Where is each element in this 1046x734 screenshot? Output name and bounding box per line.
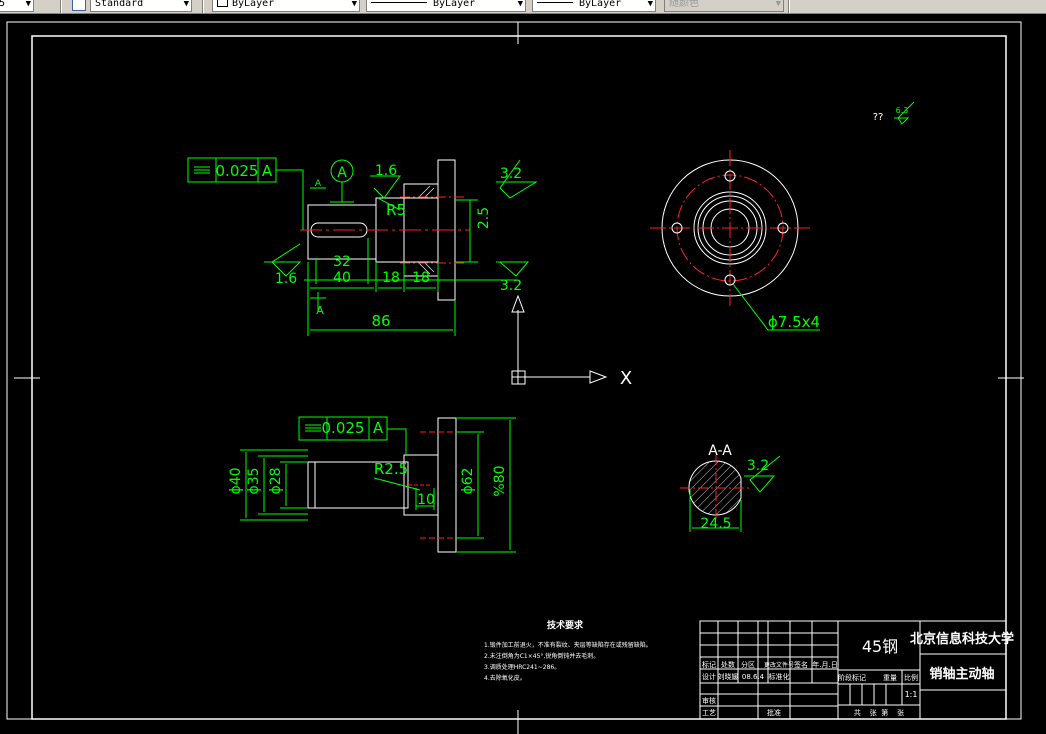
header-cell: 标记 bbox=[702, 660, 716, 669]
hole-callout: ϕ7.5x4 bbox=[768, 313, 820, 331]
section-roughness: 3.2 bbox=[747, 458, 769, 474]
chevron-down-icon: ▼ bbox=[25, 0, 31, 9]
header-cell: 处数 bbox=[721, 660, 735, 669]
dim-d28: ϕ28 bbox=[268, 467, 284, 494]
header-cell: 签名 bbox=[794, 660, 808, 669]
side-note: ?? bbox=[873, 112, 884, 123]
dim-40: 40 bbox=[333, 270, 351, 286]
toolbar-separator bbox=[202, 0, 204, 13]
roughness-right-bottom: 3.2 bbox=[500, 278, 522, 294]
chevron-down-icon: ▼ bbox=[517, 0, 523, 9]
tech-req-item: 1.锻件加工前退火，不准有裂纹、夹层等缺陷存在或残留缺陷。 bbox=[484, 641, 652, 649]
dim-18-a: 18 bbox=[382, 270, 400, 286]
dim-d62: ϕ62 bbox=[460, 467, 476, 494]
section-view: A-A 3.2 24.5 bbox=[680, 443, 781, 532]
weight-label: 重量 bbox=[883, 674, 897, 682]
school-name: 北京信息科技大学 bbox=[910, 631, 1014, 647]
sheet-count: 共 张 第 张 bbox=[854, 708, 904, 717]
roughness-left: 1.6 bbox=[275, 271, 297, 287]
header-cell: 更改文件号 bbox=[764, 661, 794, 669]
text-style-icon[interactable] bbox=[72, 0, 86, 11]
roughness-right-top: 3.2 bbox=[500, 166, 522, 182]
toolbar-separator bbox=[788, 0, 790, 13]
chevron-down-icon: ▼ bbox=[351, 0, 357, 9]
process-label: 工艺 bbox=[702, 709, 716, 717]
drawing-canvas[interactable]: X 0.025 A A A A 1.6 3.2 3.2 1.6 R5 2.5 3… bbox=[0, 14, 1046, 734]
dim-r2.5: R2.5 bbox=[374, 460, 408, 478]
title-block: 45钢 北京信息科技大学 销轴主动轴 1:1 标记 处数 分区 更改文件号 签名… bbox=[699, 620, 1014, 720]
ucs-icon bbox=[511, 294, 608, 385]
material: 45钢 bbox=[862, 637, 898, 656]
roughness-top: 1.6 bbox=[375, 163, 397, 179]
sheet-frame bbox=[6, 21, 1024, 734]
side-roughness: 6.3 bbox=[896, 106, 909, 115]
part-name: 销轴主动轴 bbox=[929, 666, 994, 682]
dim-d35: ϕ35 bbox=[246, 467, 262, 494]
chevron-down-icon: ▼ bbox=[647, 0, 653, 9]
tech-req-item: 4.去除氧化皮。 bbox=[484, 674, 526, 682]
scale-label: 比例 bbox=[904, 673, 918, 682]
side-view bbox=[650, 101, 915, 331]
technical-requirements: 技术要求 1.锻件加工前退火，不准有裂纹、夹层等缺陷存在或残留缺陷。 2.未注倒… bbox=[484, 619, 652, 682]
lineweight-combo[interactable]: ByLayer ▼ bbox=[532, 0, 656, 12]
lineweight-preview-icon bbox=[537, 2, 573, 3]
lineweight-value: ByLayer bbox=[579, 0, 622, 9]
header-cell: 分区 bbox=[741, 660, 755, 669]
tech-req-item: 3.调质处理HRC241~286。 bbox=[484, 663, 560, 671]
text-style-value: Standard bbox=[95, 0, 144, 9]
color-swatch-icon bbox=[217, 0, 228, 7]
scale-value: 1:1 bbox=[905, 690, 918, 699]
std-label: 标准化 bbox=[769, 672, 790, 681]
properties-toolbar: 5▼ Standard▼ ByLayer▼ ByLayer▼ ByLayer▼ … bbox=[0, 0, 1046, 14]
top-tolerance-value: 0.025 bbox=[322, 419, 365, 437]
toolbar-separator bbox=[60, 0, 62, 13]
top-tolerance-datum: A bbox=[373, 419, 384, 437]
dimstyle-combo[interactable]: 5▼ bbox=[0, 0, 34, 12]
dim-24.5: 24.5 bbox=[700, 516, 731, 532]
front-view: 0.025 A A A A 1.6 3.2 3.2 1.6 R5 2.5 32 … bbox=[187, 157, 538, 336]
chevron-down-icon: ▼ bbox=[775, 0, 781, 9]
tech-req-item: 2.未注倒角为C1×45°,锐角倒钝并去毛刺。 bbox=[484, 652, 599, 660]
plot-style-combo: 随颜色 ▼ bbox=[664, 0, 784, 12]
linetype-combo[interactable]: ByLayer ▼ bbox=[366, 0, 526, 12]
designer-label: 设计 bbox=[702, 672, 716, 681]
tolerance-value: 0.025 bbox=[216, 162, 259, 180]
approve-label: 批准 bbox=[767, 708, 781, 717]
stage-label: 阶段标记 bbox=[838, 673, 866, 682]
dim-r5: R5 bbox=[386, 201, 406, 219]
text-style-combo[interactable]: Standard ▼ bbox=[90, 0, 192, 12]
dim-d40: ϕ40 bbox=[228, 467, 244, 494]
ucs-x-label: X bbox=[620, 368, 632, 389]
section-mark-top: A bbox=[315, 179, 322, 189]
chevron-down-icon: ▼ bbox=[183, 0, 189, 9]
top-view: 0.025 A R2.5 10 ϕ40 ϕ35 ϕ28 ϕ62 %80 bbox=[228, 416, 516, 553]
plot-style-value: 随颜色 bbox=[669, 0, 699, 9]
header-cell: 年.月.日 bbox=[812, 660, 837, 669]
dim-32: 32 bbox=[333, 254, 351, 270]
datum-circle-label: A bbox=[337, 165, 347, 181]
tolerance-datum: A bbox=[262, 162, 273, 180]
dim-18-b: 18 bbox=[412, 270, 430, 286]
layer-value: ByLayer bbox=[232, 0, 275, 9]
linetype-preview-icon bbox=[371, 2, 427, 3]
tech-req-title: 技术要求 bbox=[547, 619, 584, 631]
dim-2.5: 2.5 bbox=[476, 207, 492, 229]
dim-d80: %80 bbox=[492, 465, 508, 496]
designer-name: 刘晓媛 bbox=[718, 672, 739, 681]
review-label: 审核 bbox=[702, 696, 716, 705]
section-title: A-A bbox=[708, 443, 732, 459]
linetype-value: ByLayer bbox=[433, 0, 476, 9]
design-date: 08.6.4 bbox=[742, 673, 765, 681]
section-mark-bottom: A bbox=[316, 304, 324, 317]
dim-86: 86 bbox=[371, 312, 390, 330]
layer-combo[interactable]: ByLayer ▼ bbox=[212, 0, 360, 12]
dim-10: 10 bbox=[417, 492, 435, 508]
